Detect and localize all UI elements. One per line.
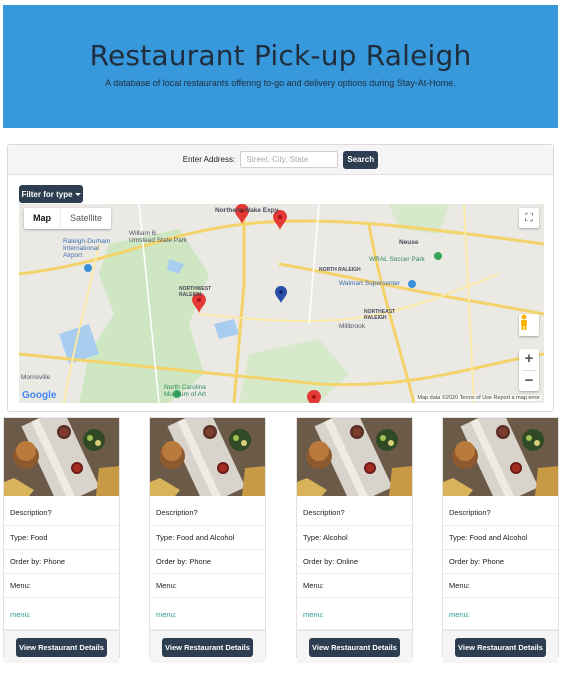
address-input[interactable]: Street, City, State	[240, 151, 339, 168]
view-details-button[interactable]: View Restaurant Details	[455, 637, 546, 657]
map-type-control: Map Satellite	[24, 208, 112, 229]
card-footer: View Restaurant Details	[443, 630, 558, 663]
description-text: Description?	[443, 496, 558, 526]
map-type-map-button[interactable]: Map	[24, 208, 60, 229]
restaurant-image	[443, 418, 558, 496]
type-text: Type: Food and Alcohol	[150, 526, 265, 550]
search-button[interactable]: Search	[343, 150, 379, 169]
map-attribution[interactable]: Map data ©2020 Terms of Use Report a map…	[415, 395, 542, 401]
type-text: Type: Food	[4, 526, 119, 550]
map-label: WRAL Soccer Park	[369, 256, 425, 263]
map-label: Walmart Supercenter	[339, 280, 401, 287]
google-logo[interactable]: Google	[22, 390, 56, 401]
menu-label: Menu:	[150, 574, 265, 598]
card-footer: View Restaurant Details	[150, 630, 265, 663]
menu-link[interactable]: menu:	[443, 598, 558, 630]
map-pin-red[interactable]	[307, 390, 321, 403]
menu-link[interactable]: menu:	[297, 598, 412, 630]
address-label: Enter Address:	[182, 155, 236, 164]
card-footer: View Restaurant Details	[297, 630, 412, 663]
airport-icon	[84, 264, 92, 272]
card-footer: View Restaurant Details	[4, 630, 119, 663]
type-text: Type: Alcohol	[297, 526, 412, 550]
menu-link[interactable]: menu:	[4, 598, 119, 630]
hero-banner: Restaurant Pick-up Raleigh A database of…	[3, 5, 558, 128]
map-label: NORTHEAST RALEIGH	[364, 309, 396, 321]
description-text: Description?	[4, 496, 119, 526]
description-text: Description?	[297, 496, 412, 526]
page-subtitle: A database of local restaurants offering…	[105, 78, 456, 88]
restaurant-image	[4, 418, 119, 496]
description-text: Description?	[150, 496, 265, 526]
filter-label: Filter for type	[21, 189, 73, 199]
google-map[interactable]: Northern Wake Expy Neuse NORTH RALEIGH W…	[19, 204, 544, 403]
filter-type-dropdown[interactable]: Filter for type	[19, 185, 83, 203]
shopping-icon	[408, 280, 416, 288]
map-label: North Carolina Museum of Art	[164, 384, 206, 398]
zoom-out-button[interactable]: −	[525, 371, 534, 392]
map-tiles	[19, 204, 544, 403]
menu-label: Menu:	[297, 574, 412, 598]
menu-label: Menu:	[443, 574, 558, 598]
order-method-text: Order by: Phone	[150, 550, 265, 574]
view-details-button[interactable]: View Restaurant Details	[16, 637, 107, 657]
view-details-button[interactable]: View Restaurant Details	[309, 637, 400, 657]
restaurant-card: Description? Type: Food Order by: Phone …	[3, 417, 120, 663]
map-label: Neuse	[399, 239, 419, 246]
order-method-text: Order by: Phone	[443, 550, 558, 574]
restaurant-image	[297, 418, 412, 496]
address-search-bar: Enter Address: Street, City, State Searc…	[8, 145, 553, 175]
park-icon	[434, 252, 442, 260]
view-details-button[interactable]: View Restaurant Details	[162, 637, 253, 657]
map-label: Morrisville	[21, 374, 51, 381]
map-label: NORTH RALEIGH	[319, 267, 361, 273]
map-label: Northern Wake Expy	[215, 207, 279, 214]
map-label: Millbrook	[339, 323, 366, 330]
type-text: Type: Food and Alcohol	[443, 526, 558, 550]
map-label: NORTHWEST RALEIGH	[179, 286, 212, 298]
order-method-text: Order by: Phone	[4, 550, 119, 574]
order-method-text: Order by: Online	[297, 550, 412, 574]
map-label: Raleigh-Durham International Airport	[63, 238, 111, 259]
page-title: Restaurant Pick-up Raleigh	[89, 39, 472, 72]
menu-label: Menu:	[4, 574, 119, 598]
pegman-icon[interactable]	[519, 314, 539, 336]
restaurant-image	[150, 418, 265, 496]
map-type-satellite-button[interactable]: Satellite	[60, 208, 111, 229]
zoom-control: + −	[519, 349, 539, 391]
restaurant-card: Description? Type: Food and Alcohol Orde…	[442, 417, 559, 663]
zoom-in-button[interactable]: +	[525, 349, 534, 370]
restaurant-card: Description? Type: Alcohol Order by: Onl…	[296, 417, 413, 663]
menu-link[interactable]: menu:	[150, 598, 265, 630]
map-label: William B. Umstead State Park	[129, 230, 188, 244]
restaurant-card: Description? Type: Food and Alcohol Orde…	[149, 417, 266, 663]
caret-down-icon	[74, 192, 81, 196]
fullscreen-icon[interactable]: ⛶	[519, 208, 539, 228]
map-panel: Enter Address: Street, City, State Searc…	[7, 144, 554, 412]
